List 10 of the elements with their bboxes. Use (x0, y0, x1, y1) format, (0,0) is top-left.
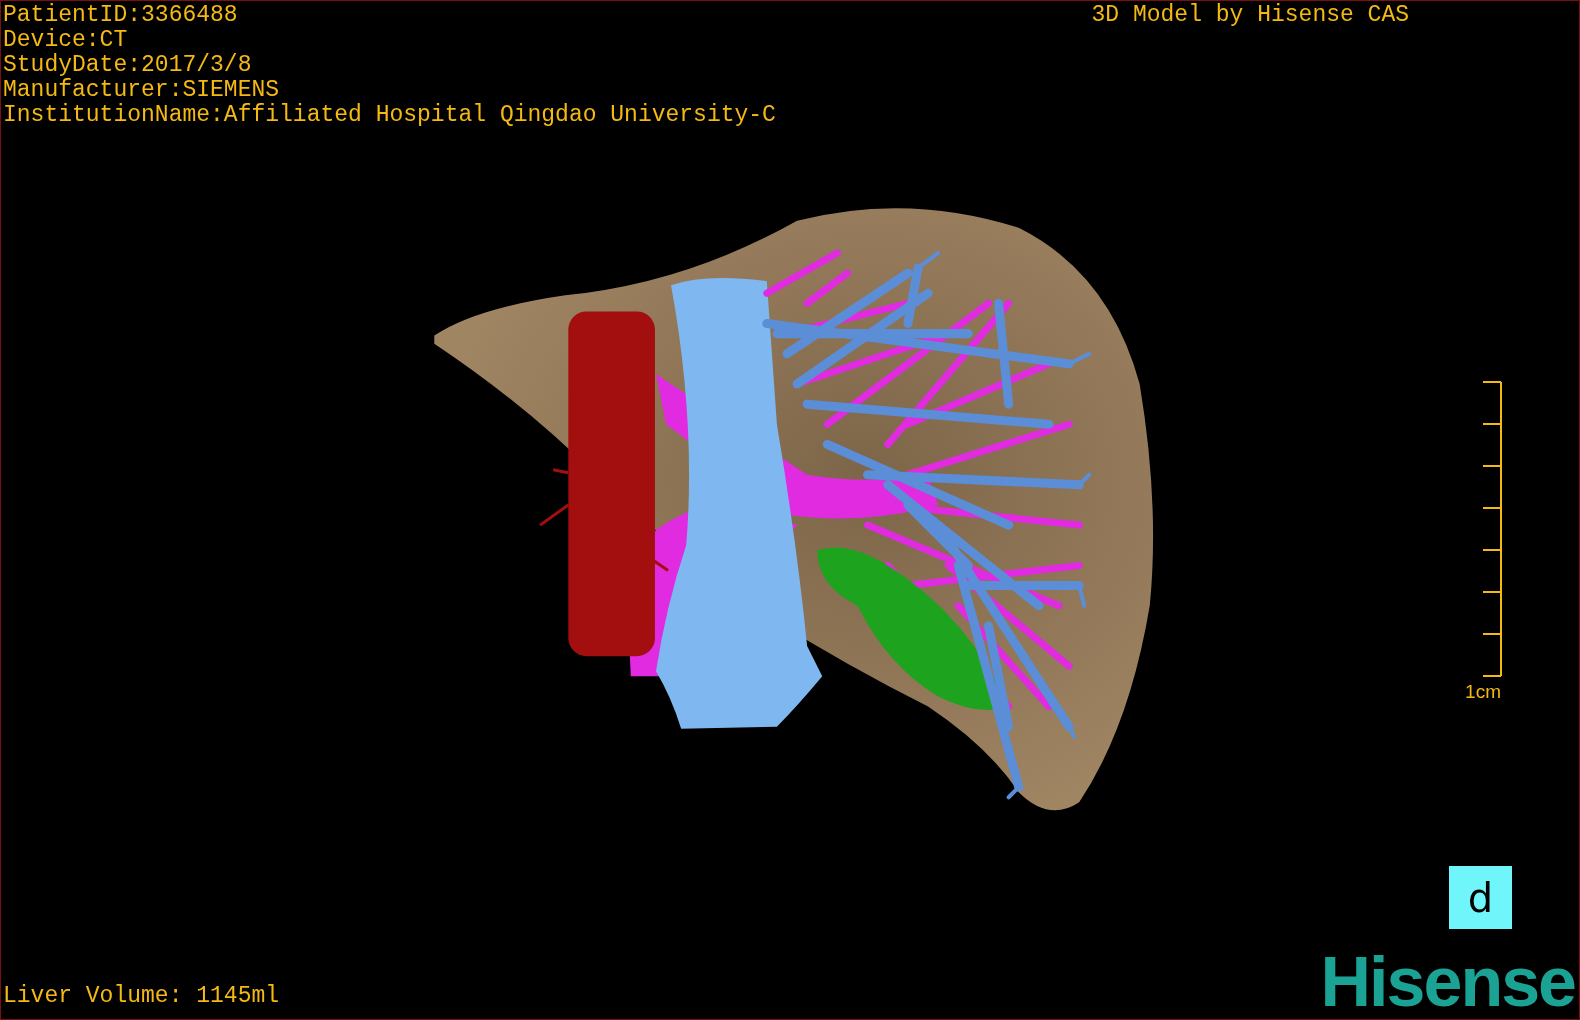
patient-info-text: StudyDate:2017/3/8 (3, 53, 253, 78)
patient-info-text: Manufacturer:SIEMENS (3, 78, 281, 103)
orientation-marker: d (1449, 866, 1512, 929)
viewer-title: 3D Model by Hisense CAS (1091, 3, 1409, 28)
patient-info-text: Device:CT (3, 28, 129, 53)
scale-label: 1cm (1465, 681, 1501, 703)
brand-logo: Hisense (1320, 951, 1575, 1013)
patient-info-text: PatientID:3366488 (3, 3, 239, 28)
liver-volume-text: Liver Volume: 1145ml (3, 984, 280, 1009)
patient-info-text: InstitutionName:Affiliated Hospital Qingdao University-C (3, 103, 776, 128)
